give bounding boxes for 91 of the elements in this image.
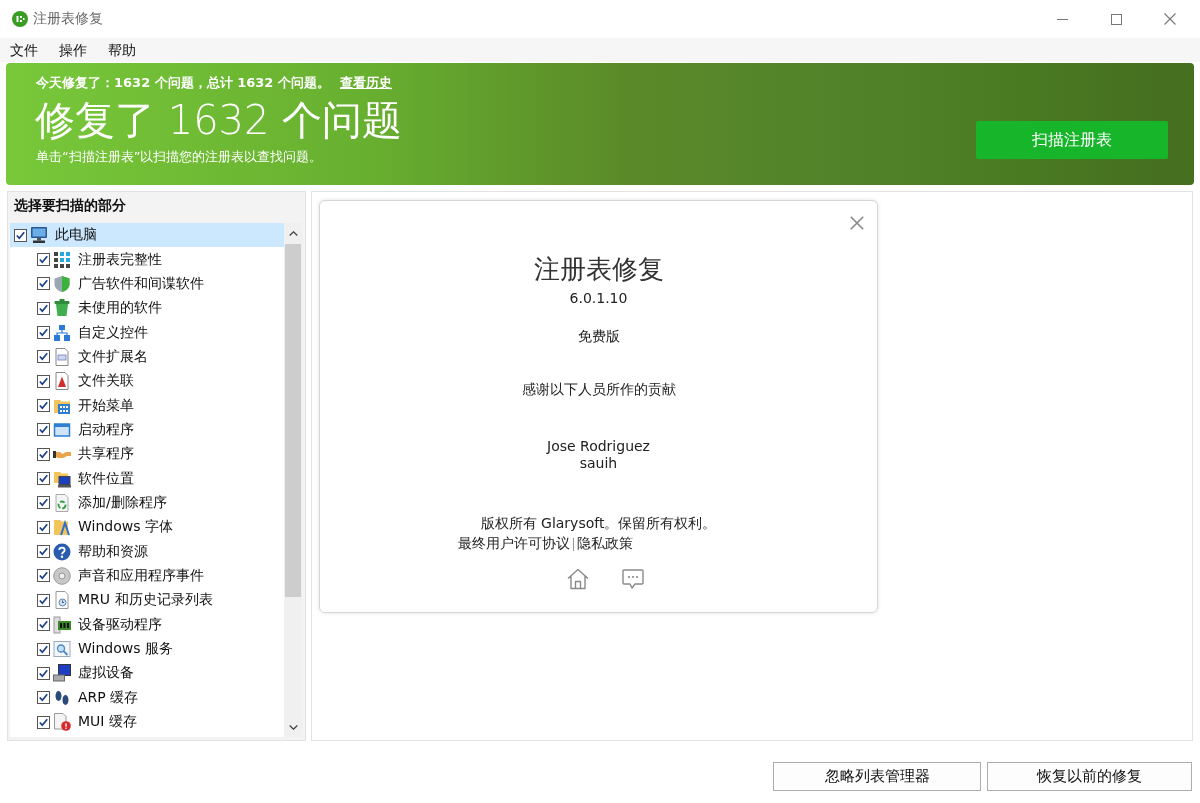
tree-item[interactable]: ARP 缓存 — [33, 685, 284, 710]
clock-document-icon — [53, 591, 71, 610]
close-icon — [1164, 13, 1176, 25]
chat-bubble-icon[interactable] — [622, 568, 644, 590]
tree-item[interactable]: 文件扩展名 — [33, 344, 284, 370]
checkbox[interactable] — [37, 618, 50, 632]
checkbox[interactable] — [14, 228, 27, 242]
checkbox[interactable] — [37, 350, 50, 364]
panel-title: 选择要扫描的部分 — [13, 196, 127, 215]
checkbox[interactable] — [37, 691, 50, 705]
checkbox[interactable] — [37, 666, 50, 680]
scroll-up-icon[interactable] — [288, 231, 298, 236]
tree-item[interactable]: 软件位置 — [33, 466, 284, 491]
home-icon[interactable] — [567, 568, 589, 590]
document-icon — [53, 347, 71, 366]
checkbox[interactable] — [37, 715, 50, 729]
tree-item[interactable]: 注册表完整性 — [33, 247, 284, 272]
maximize-icon — [1110, 13, 1122, 25]
checkbox[interactable] — [37, 593, 50, 607]
monitor-drive-icon — [53, 664, 71, 683]
tree-item[interactable]: 启动程序 — [33, 417, 284, 443]
checkbox[interactable] — [37, 642, 50, 656]
grid-icon — [53, 250, 71, 269]
minimize-icon — [1056, 18, 1068, 20]
checkbox[interactable] — [37, 520, 50, 534]
contributor-name: Jose Rodriguez — [547, 438, 650, 455]
disc-icon — [53, 567, 71, 585]
magnifier-window-icon — [53, 640, 71, 658]
tree-item[interactable]: 自定义控件 — [33, 320, 284, 345]
contributor-name: sauih — [579, 455, 618, 472]
tree-item[interactable]: 帮助和资源 — [33, 539, 284, 564]
triangle-document-icon — [53, 372, 71, 391]
menu-item[interactable]: 帮助 — [108, 40, 136, 60]
checkbox[interactable] — [37, 326, 50, 340]
footer-link[interactable]: 隐私政策 — [577, 535, 633, 553]
tree-item[interactable]: MRU 和历史记录列表 — [33, 588, 284, 613]
tree-item[interactable]: 此电脑 — [10, 223, 284, 248]
tree-item[interactable]: Windows 服务 — [33, 636, 284, 662]
checkbox[interactable] — [37, 253, 50, 266]
checkbox[interactable] — [37, 423, 50, 437]
recycle-icon — [53, 493, 71, 512]
tree-item[interactable]: 未使用的软件 — [33, 296, 284, 321]
checkbox[interactable] — [37, 447, 50, 461]
close-button[interactable] — [847, 213, 867, 233]
hint-text: 单击“扫描注册表”以扫描您的注册表以查找问题。 — [36, 148, 323, 166]
version-text: 6.0.1.10 — [569, 289, 628, 308]
checkbox[interactable] — [37, 472, 50, 486]
restore-button[interactable]: 恢复以前的修复 — [987, 762, 1192, 791]
blocks-icon — [53, 323, 71, 342]
computer-icon — [30, 226, 48, 245]
tree-item[interactable]: 开始菜单 — [33, 393, 284, 418]
tree-item[interactable]: 共享程序 — [33, 442, 284, 467]
folder-icon — [53, 518, 71, 537]
checkbox[interactable] — [37, 545, 50, 559]
help-icon — [53, 542, 71, 561]
trash-can-icon — [53, 299, 71, 318]
scrollbar-thumb[interactable] — [285, 244, 301, 597]
footer-link[interactable]: 最终用户许可协议 — [458, 535, 570, 553]
headline: 修复了 1632 个问题 — [35, 96, 403, 144]
window-title: 注册表修复 — [33, 10, 103, 28]
ignore-list-button[interactable]: 忽略列表管理器 — [773, 762, 981, 791]
tree-item[interactable]: 设备驱动程序 — [33, 612, 284, 637]
tree-item[interactable]: 添加/删除程序 — [33, 490, 284, 516]
menu-item[interactable]: 操作 — [59, 40, 87, 60]
window-icon — [53, 420, 71, 439]
error-document-icon — [53, 713, 71, 732]
close-icon — [850, 216, 864, 230]
scroll-down-icon[interactable] — [288, 724, 298, 730]
checkbox[interactable] — [37, 569, 50, 583]
copyright-text: 版权所有 Glarysoft。保留所有权利。 — [480, 514, 717, 533]
tree-item[interactable]: 文件关联 — [33, 369, 284, 394]
dialog-title: 注册表修复 — [533, 253, 664, 286]
shield-icon — [53, 274, 71, 293]
tree-item[interactable]: 广告软件和间谍软件 — [33, 271, 284, 297]
edition-text: 免费版 — [577, 327, 620, 346]
footprints-icon — [53, 688, 71, 707]
thanks-text: 感谢以下人员所作的贡献 — [521, 380, 676, 399]
checkbox[interactable] — [37, 374, 50, 388]
tree-item[interactable]: MUI 缓存 — [33, 709, 284, 735]
checkbox[interactable] — [37, 301, 50, 315]
tree-item[interactable]: 虚拟设备 — [33, 661, 284, 686]
checkbox[interactable] — [37, 496, 50, 510]
circuit-board-icon — [53, 615, 71, 634]
folder-monitor-icon — [53, 469, 71, 488]
checkbox[interactable] — [37, 277, 50, 291]
tree-item[interactable]: Windows 字体 — [33, 515, 284, 540]
summary-text: 今天修复了：1632 个问题，总计 1632 个问题。 — [36, 74, 330, 92]
menu-item[interactable]: 文件 — [10, 40, 38, 60]
app-logo-icon — [12, 11, 28, 27]
tree-item[interactable]: 声音和应用程序事件 — [33, 563, 284, 589]
checkbox[interactable] — [37, 399, 50, 413]
